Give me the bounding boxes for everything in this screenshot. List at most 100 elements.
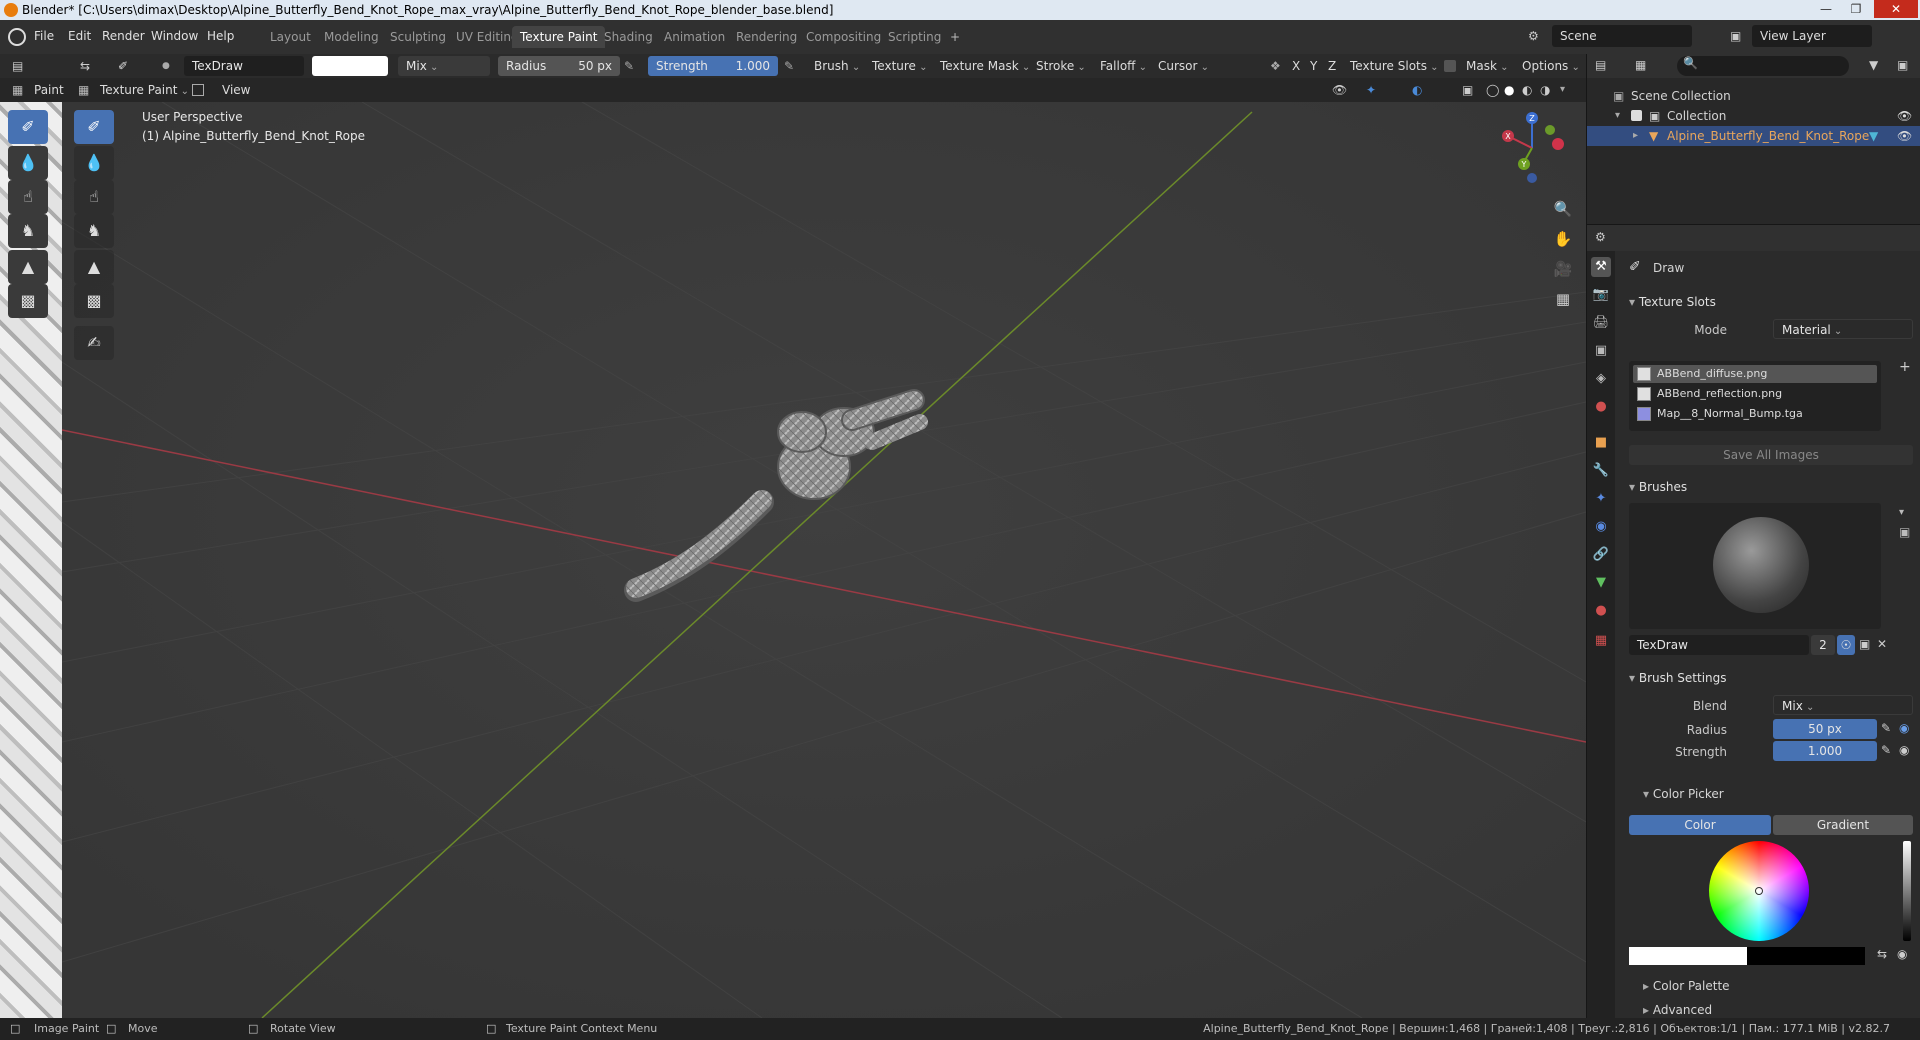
object-expand-icon[interactable]: ▸ xyxy=(1633,126,1638,146)
filter-icon[interactable]: ▼ xyxy=(1869,58,1878,72)
color-palette-subpanel-title[interactable]: Color Palette xyxy=(1643,979,1730,993)
duplicate-brush-icon[interactable]: ▣ xyxy=(1859,637,1870,651)
brush-settings-panel-title[interactable]: Brush Settings xyxy=(1629,671,1727,685)
blend-dropdown[interactable]: Mix xyxy=(398,56,490,76)
menu-window[interactable]: Window xyxy=(151,29,198,43)
xray-toggle-icon[interactable]: ▣ xyxy=(1462,80,1473,100)
tab-texture-paint[interactable]: Texture Paint xyxy=(512,26,606,48)
color-tab[interactable]: Color xyxy=(1629,815,1771,835)
tab-constraints-icon[interactable]: 🔗 xyxy=(1591,545,1611,565)
gizmo-toggle-icon[interactable]: ✦ xyxy=(1366,80,1376,100)
menu-help[interactable]: Help xyxy=(207,29,234,43)
soften-tool-button[interactable]: 💧 xyxy=(8,146,48,180)
tab-modifiers-icon[interactable]: 🔧 xyxy=(1591,461,1611,481)
material-shading-icon[interactable]: ◐ xyxy=(1522,80,1532,100)
tab-output-icon[interactable]: 🖨 xyxy=(1591,313,1611,333)
view-menu[interactable]: View xyxy=(222,80,250,100)
texture-slot-item[interactable]: ABBend_diffuse.png xyxy=(1633,365,1877,383)
gradient-tab[interactable]: Gradient xyxy=(1773,815,1913,835)
blend-mode-dropdown[interactable]: Mix xyxy=(1773,695,1913,715)
swap-colors-icon[interactable]: ⇆ xyxy=(1877,947,1887,961)
3d-viewport[interactable]: ✐ 💧 ☝ ♞ ▲ ▩ ✍ User Perspective (1) Alpin… xyxy=(62,102,1586,1018)
menu-file[interactable]: File xyxy=(34,29,54,43)
tab-particles-icon[interactable]: ✦ xyxy=(1591,489,1611,509)
radius-pressure-toggle-icon[interactable]: ✎ xyxy=(1881,721,1891,735)
clone-tool-button[interactable]: ♞ xyxy=(8,214,48,248)
pan-hand-icon[interactable]: ✋ xyxy=(1550,226,1576,252)
outliner-search-input[interactable]: 🔍 xyxy=(1677,56,1849,76)
texture-slot-item[interactable]: ABBend_reflection.png xyxy=(1633,385,1877,403)
overlay-toggle-icon[interactable]: ◐ xyxy=(1412,80,1422,100)
tab-physics-icon[interactable]: ◉ xyxy=(1591,517,1611,537)
restore-icon[interactable]: ❐ xyxy=(1842,0,1870,18)
tab-world-icon[interactable]: ● xyxy=(1591,397,1611,417)
mirror-z-toggle[interactable]: Z xyxy=(1328,56,1336,76)
tab-data-icon[interactable]: ▼ xyxy=(1591,573,1611,593)
color-picker-subpanel-title[interactable]: Color Picker xyxy=(1643,787,1724,801)
minimize-icon[interactable]: — xyxy=(1812,0,1840,18)
radius-pressure-icon[interactable]: ✎ xyxy=(624,56,634,76)
viewport-draw-tool[interactable]: ✐ xyxy=(74,110,114,144)
save-all-images-button[interactable]: Save All Images xyxy=(1629,445,1913,465)
new-collection-icon[interactable]: ▣ xyxy=(1897,58,1908,72)
texture-slot-list[interactable]: ABBend_diffuse.png ABBend_reflection.png… xyxy=(1629,361,1881,431)
tab-animation[interactable]: Animation xyxy=(656,26,733,48)
blender-menu-icon[interactable] xyxy=(8,28,26,46)
outliner-object-row[interactable]: ▸ ▼ Alpine_Butterfly_Bend_Knot_Rope ▼ 👁 xyxy=(1587,126,1920,146)
color-wheel[interactable] xyxy=(1709,841,1809,941)
tab-material-icon[interactable]: ● xyxy=(1591,601,1611,621)
texture-slot-item[interactable]: Map__8_Normal_Bump.tga xyxy=(1633,405,1877,423)
brush-name-input[interactable]: TexDraw xyxy=(1629,635,1809,655)
add-slot-icon[interactable]: + xyxy=(1899,359,1911,375)
tab-layout[interactable]: Layout xyxy=(262,26,319,48)
paint-mask-toggle[interactable] xyxy=(192,84,204,96)
texture-slots-menu[interactable]: Texture Slots xyxy=(1350,56,1439,76)
view-layer-icon[interactable]: ▣ xyxy=(1730,29,1741,43)
tab-render-icon[interactable]: 📷 xyxy=(1591,285,1611,305)
mask-tool-button[interactable]: ▩ xyxy=(8,284,48,318)
radius-unified-icon[interactable]: ◉ xyxy=(1899,721,1909,735)
strength-pressure-toggle-icon[interactable]: ✎ xyxy=(1881,743,1891,757)
wireframe-shading-icon[interactable]: ◯ xyxy=(1486,80,1499,100)
radius-field[interactable]: Radius 50 px xyxy=(498,56,620,76)
brush-menu[interactable]: Brush xyxy=(814,56,860,76)
menu-edit[interactable]: Edit xyxy=(68,29,91,43)
zoom-icon[interactable]: 🔍 xyxy=(1550,196,1576,222)
texture-mask-menu[interactable]: Texture Mask xyxy=(940,56,1030,76)
scene-selector[interactable]: Scene xyxy=(1552,25,1692,47)
fake-user-icon[interactable]: ☉ xyxy=(1837,635,1855,655)
solid-shading-icon[interactable]: ● xyxy=(1504,80,1514,100)
tab-scripting[interactable]: Scripting xyxy=(880,26,949,48)
tab-scene-icon[interactable]: ◈ xyxy=(1591,369,1611,389)
object-visibility-icon[interactable]: 👁 xyxy=(1897,126,1912,146)
rendered-shading-icon[interactable]: ◑ xyxy=(1540,80,1550,100)
scene-icon[interactable]: ⚙ xyxy=(1528,29,1539,43)
radius-slider[interactable]: 50 px xyxy=(1773,719,1877,739)
mask-checkbox[interactable] xyxy=(1444,60,1456,72)
brush-icon[interactable]: ✐ xyxy=(118,56,128,76)
tab-view-layer-icon[interactable]: ▣ xyxy=(1591,341,1611,361)
strength-slider[interactable]: 1.000 xyxy=(1773,741,1877,761)
navigation-gizmo[interactable]: Z X Y xyxy=(1494,110,1578,186)
add-workspace-button[interactable]: + xyxy=(942,26,968,48)
viewport-annotate-tool[interactable]: ✍ xyxy=(74,326,114,360)
viewport-clone-tool[interactable]: ♞ xyxy=(74,214,114,248)
collection-visibility-icon[interactable]: 👁 xyxy=(1897,106,1912,126)
mirror-y-toggle[interactable]: Y xyxy=(1310,56,1317,76)
ortho-grid-icon[interactable]: ▦ xyxy=(1550,286,1576,312)
texture-slots-panel-title[interactable]: Texture Slots xyxy=(1629,295,1716,309)
falloff-menu[interactable]: Falloff xyxy=(1100,56,1147,76)
menu-render[interactable]: Render xyxy=(102,29,145,43)
tab-rendering[interactable]: Rendering xyxy=(728,26,805,48)
outliner-editor-icon[interactable]: ▤ xyxy=(1595,58,1606,72)
visibility-icon[interactable]: 👁 xyxy=(1332,80,1347,100)
primary-color-swatch[interactable] xyxy=(1629,947,1747,965)
viewport-fill-tool[interactable]: ▲ xyxy=(74,250,114,284)
brush-color-swatch[interactable] xyxy=(312,56,388,76)
texture-menu[interactable]: Texture xyxy=(872,56,928,76)
outliner-collection[interactable]: ▾ ▣ Collection 👁 xyxy=(1587,106,1920,126)
fill-tool-button[interactable]: ▲ xyxy=(8,250,48,284)
brush-custom-icon[interactable]: ▣ xyxy=(1899,525,1910,539)
tab-object-icon[interactable]: ■ xyxy=(1591,433,1611,453)
mode-selector[interactable]: Texture Paint xyxy=(100,80,189,100)
